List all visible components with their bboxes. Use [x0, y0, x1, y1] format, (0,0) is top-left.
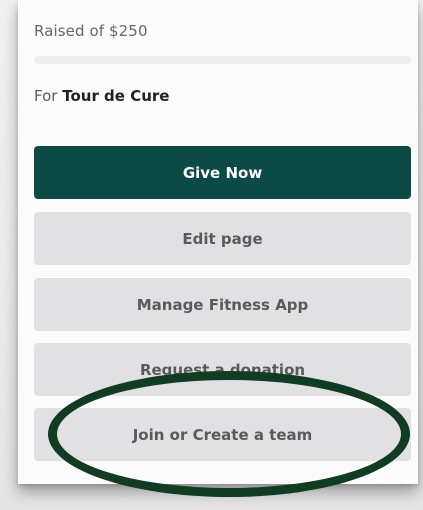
manage-fitness-app-button[interactable]: Manage Fitness App — [34, 278, 411, 331]
edit-page-button[interactable]: Edit page — [34, 212, 411, 265]
raised-amount-text: Raised of $250 — [34, 22, 148, 40]
event-line: For Tour de Cure — [34, 87, 169, 105]
event-prefix: For — [34, 87, 58, 105]
join-create-team-button[interactable]: Join or Create a team — [34, 408, 411, 461]
request-donation-button[interactable]: Request a donation — [34, 343, 411, 396]
screenshot-stage: Raised of $250 For Tour de Cure Give Now… — [0, 0, 423, 510]
give-now-button[interactable]: Give Now — [34, 146, 411, 199]
edit-page-label: Edit page — [182, 229, 263, 248]
join-create-team-label: Join or Create a team — [132, 425, 313, 444]
give-now-label: Give Now — [182, 163, 263, 182]
manage-fitness-app-label: Manage Fitness App — [136, 295, 309, 314]
fundraising-progress-bar — [34, 56, 411, 64]
event-name: Tour de Cure — [62, 87, 170, 105]
request-donation-label: Request a donation — [139, 360, 306, 379]
